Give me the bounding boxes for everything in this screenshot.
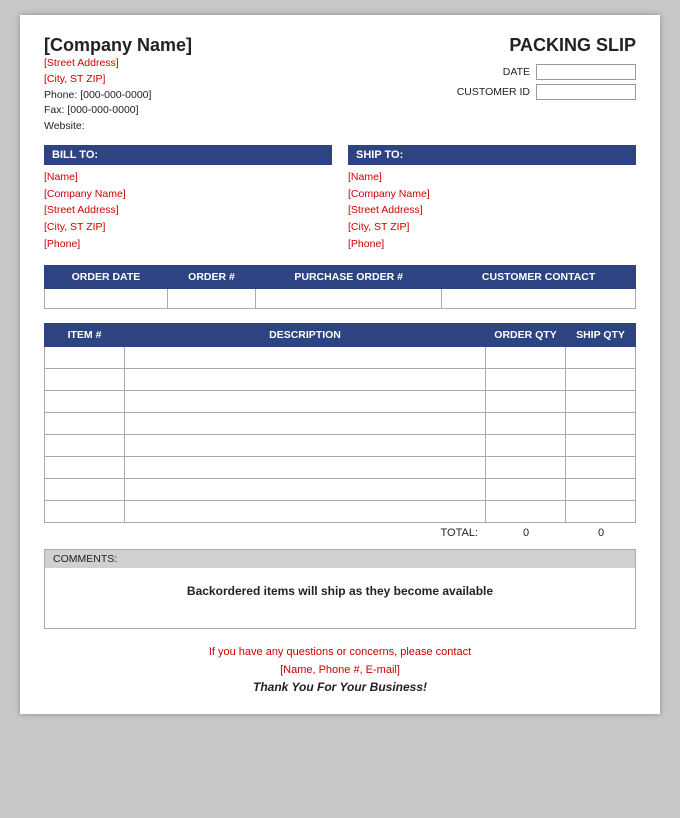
item-row	[45, 500, 636, 522]
company-name: [Company Name]	[44, 35, 192, 56]
bill-to-phone: [Phone]	[44, 236, 332, 253]
ship-to-phone: [Phone]	[348, 236, 636, 253]
bill-to-name: [Name]	[44, 169, 332, 186]
order-date-col: ORDER DATE	[45, 265, 168, 288]
items-table: ITEM # DESCRIPTION ORDER QTY SHIP QTY	[44, 323, 636, 523]
ship-to-address: [Street Address]	[348, 202, 636, 219]
footer: If you have any questions or concerns, p…	[44, 643, 636, 694]
footer-line2: [Name, Phone #, E-mail]	[44, 661, 636, 680]
totals-row: TOTAL: 0 0	[44, 527, 636, 539]
packing-slip-title: PACKING SLIP	[457, 35, 636, 56]
comments-header: COMMENTS:	[45, 550, 635, 568]
total-label: TOTAL:	[441, 527, 487, 539]
date-input[interactable]	[536, 64, 636, 80]
customer-id-label: CUSTOMER ID	[457, 86, 530, 98]
total-order-qty: 0	[486, 527, 566, 539]
ship-to-city: [City, ST ZIP]	[348, 219, 636, 236]
date-field-row: DATE	[503, 64, 636, 80]
order-date-cell[interactable]	[45, 288, 168, 308]
company-phone: Phone: [000-000-0000]	[44, 88, 192, 104]
address-section: BILL TO: [Name] [Company Name] [Street A…	[44, 145, 636, 253]
ship-to-name: [Name]	[348, 169, 636, 186]
ship-to-company: [Company Name]	[348, 186, 636, 203]
order-num-cell[interactable]	[167, 288, 255, 308]
purchase-order-col: PURCHASE ORDER #	[256, 265, 442, 288]
date-label: DATE	[503, 66, 530, 78]
order-table: ORDER DATE ORDER # PURCHASE ORDER # CUST…	[44, 265, 636, 309]
bill-to-header: BILL TO:	[44, 145, 332, 165]
order-qty-col: ORDER QTY	[486, 323, 566, 346]
item-row	[45, 390, 636, 412]
item-row	[45, 434, 636, 456]
bill-to-block: BILL TO: [Name] [Company Name] [Street A…	[44, 145, 332, 253]
customer-contact-col: CUSTOMER CONTACT	[442, 265, 636, 288]
bill-to-company: [Company Name]	[44, 186, 332, 203]
packing-slip-page: [Company Name] [Street Address] [City, S…	[20, 15, 660, 714]
thank-you: Thank You For Your Business!	[44, 680, 636, 694]
item-num-col: ITEM #	[45, 323, 125, 346]
footer-line1: If you have any questions or concerns, p…	[44, 643, 636, 662]
company-address: [Street Address]	[44, 56, 192, 72]
company-city: [City, ST ZIP]	[44, 72, 192, 88]
item-row	[45, 412, 636, 434]
purchase-order-cell[interactable]	[256, 288, 442, 308]
header-right: PACKING SLIP DATE CUSTOMER ID	[457, 35, 636, 100]
item-row	[45, 346, 636, 368]
header: [Company Name] [Street Address] [City, S…	[44, 35, 636, 135]
company-website: Website:	[44, 119, 192, 135]
company-fax: Fax: [000-000-0000]	[44, 103, 192, 119]
ship-to-header: SHIP TO:	[348, 145, 636, 165]
order-num-col: ORDER #	[167, 265, 255, 288]
comments-section: COMMENTS: Backordered items will ship as…	[44, 549, 636, 629]
customer-id-input[interactable]	[536, 84, 636, 100]
customer-id-row: CUSTOMER ID	[457, 84, 636, 100]
ship-to-block: SHIP TO: [Name] [Company Name] [Street A…	[348, 145, 636, 253]
item-row	[45, 456, 636, 478]
comments-body: Backordered items will ship as they beco…	[45, 568, 635, 628]
order-data-row	[45, 288, 636, 308]
description-col: DESCRIPTION	[125, 323, 486, 346]
total-ship-qty: 0	[566, 527, 636, 539]
date-customer-fields: DATE CUSTOMER ID	[457, 64, 636, 100]
customer-contact-cell[interactable]	[442, 288, 636, 308]
item-row	[45, 368, 636, 390]
company-info: [Company Name] [Street Address] [City, S…	[44, 35, 192, 135]
bill-to-city: [City, ST ZIP]	[44, 219, 332, 236]
ship-qty-col: SHIP QTY	[566, 323, 636, 346]
bill-to-address: [Street Address]	[44, 202, 332, 219]
item-row	[45, 478, 636, 500]
